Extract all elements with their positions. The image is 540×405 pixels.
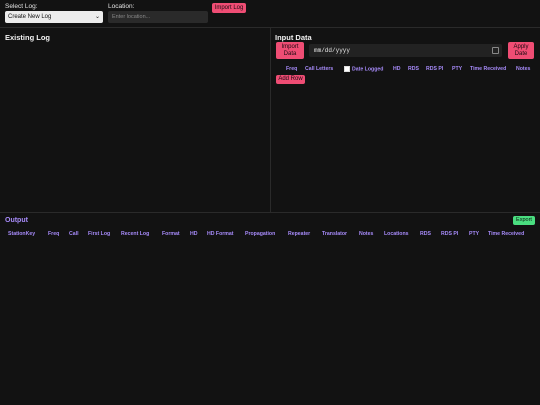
date-input[interactable]: mm/dd/yyyy [309,44,502,57]
apply-date-label-line2: Date [514,51,528,57]
col-header: Time Received [470,66,507,72]
output-title: Output [5,217,28,224]
col-header: HD Format [207,231,234,237]
col-header: Date Logged [352,66,384,73]
col-header: PTY [469,231,480,237]
import-log-button[interactable]: Import Log [212,3,246,13]
add-row-button[interactable]: Add Row [276,75,305,84]
location-input[interactable]: Enter location... [108,11,208,23]
col-header: Locations [384,231,409,237]
col-header: HD [190,231,198,237]
col-header: Freq [286,66,298,72]
apply-date-label-line1: Apply [513,44,529,50]
import-data-label-line1: Import [281,44,299,50]
col-header: RDS [408,66,419,72]
date-logged-header: Date Logged [344,66,383,72]
select-log-dropdown[interactable]: Create New Log ⌄ [5,11,103,23]
apply-date-button[interactable]: Apply Date [508,42,534,59]
export-button[interactable]: Export [513,216,535,225]
select-log-label: Select Log: [5,3,38,10]
existing-log-panel: Existing Log [0,28,271,212]
existing-log-title: Existing Log [5,33,50,42]
col-header: Call [69,231,79,237]
import-data-label-line2: Data [283,51,297,57]
col-header: Propagation [245,231,276,237]
location-placeholder: Enter location... [112,14,151,20]
select-log-value: Create New Log [8,14,52,20]
col-header: RDS [420,231,431,237]
col-header: First Log [88,231,111,237]
input-data-title: Input Data [275,33,312,42]
col-header: Freq [48,231,60,237]
col-header: StationKey [8,231,36,237]
col-header: Notes [359,231,374,237]
top-bar: Select Log: Create New Log ⌄ Location: E… [0,0,540,28]
col-header: Repeater [288,231,311,237]
col-header: RDS PI [441,231,459,237]
col-header: RDS PI [426,66,444,72]
location-label: Location: [108,3,135,10]
chevron-down-icon: ⌄ [94,14,100,20]
calendar-icon[interactable] [492,47,499,54]
col-header: HD [393,66,401,72]
section-divider [0,212,540,213]
date-logged-checkbox[interactable] [344,66,350,72]
col-header: Recent Log [121,231,150,237]
col-header: PTY [452,66,463,72]
col-header: Notes [516,66,531,72]
col-header: Call Letters [305,66,334,72]
col-header: Translator [322,231,348,237]
date-placeholder: mm/dd/yyyy [314,47,351,54]
import-data-button[interactable]: Import Data [276,42,304,59]
col-header: Format [162,231,180,237]
col-header: Time Received [488,231,525,237]
